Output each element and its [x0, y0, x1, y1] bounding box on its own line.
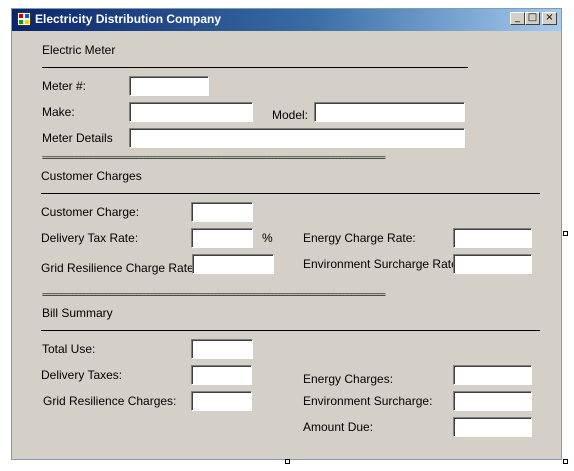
- amount-due-field[interactable]: [453, 417, 532, 437]
- delivery-tax-rate-label: Delivery Tax Rate:: [41, 231, 139, 245]
- environment-surcharge-rate-field[interactable]: [453, 254, 532, 274]
- section-separator-2: ========================================…: [42, 290, 386, 299]
- delivery-taxes-label: Delivery Taxes:: [41, 368, 123, 382]
- make-field[interactable]: [129, 102, 253, 122]
- amount-due-label: Amount Due:: [303, 420, 374, 434]
- percent-sign: %: [262, 231, 273, 245]
- model-label: Model:: [272, 108, 309, 122]
- section-separator: ========================================…: [42, 153, 386, 162]
- resize-handle-bottom[interactable]: [285, 459, 290, 464]
- meter-details-field[interactable]: [129, 128, 465, 148]
- environment-surcharge-rate-label: Environment Surcharge Rate:: [303, 257, 462, 271]
- electric-meter-heading: Electric Meter: [42, 43, 116, 57]
- meter-divider: [42, 67, 468, 68]
- total-use-label: Total Use:: [42, 342, 96, 356]
- charges-divider: [41, 193, 540, 194]
- minimize-button[interactable]: _: [510, 12, 525, 25]
- delivery-taxes-field[interactable]: [191, 365, 252, 385]
- grid-resilience-charges-field[interactable]: [191, 391, 252, 411]
- resize-handle-right[interactable]: [563, 231, 568, 236]
- app-icon[interactable]: [17, 12, 31, 26]
- customer-charges-heading: Customer Charges: [41, 169, 142, 183]
- maximize-button[interactable]: □: [525, 12, 540, 25]
- grid-resilience-charges-label: Grid Resilience Charges:: [43, 394, 177, 408]
- bill-summary-heading: Bill Summary: [42, 306, 113, 320]
- meter-number-label: Meter #:: [42, 79, 87, 93]
- window-title: Electricity Distribution Company: [35, 12, 222, 26]
- environment-surcharge-field[interactable]: [453, 391, 532, 411]
- meter-details-label: Meter Details: [42, 131, 113, 145]
- environment-surcharge-label: Environment Surcharge:: [303, 394, 433, 408]
- meter-number-field[interactable]: [129, 76, 209, 96]
- model-field[interactable]: [314, 102, 465, 122]
- energy-charges-field[interactable]: [453, 365, 532, 385]
- summary-divider: [41, 330, 540, 331]
- energy-charge-rate-field[interactable]: [453, 228, 532, 248]
- customer-charge-label: Customer Charge:: [41, 205, 140, 219]
- close-button[interactable]: ×: [542, 12, 557, 25]
- energy-charges-label: Energy Charges:: [303, 372, 394, 386]
- make-label: Make:: [42, 105, 75, 119]
- delivery-tax-rate-field[interactable]: [191, 228, 253, 248]
- title-bar[interactable]: Electricity Distribution Company _ □ ×: [12, 9, 561, 31]
- total-use-field[interactable]: [191, 339, 253, 359]
- grid-resilience-rate-label: Grid Resilience Charge Rate:: [41, 261, 198, 275]
- resize-handle-corner[interactable]: [563, 459, 568, 464]
- energy-charge-rate-label: Energy Charge Rate:: [303, 231, 416, 245]
- customer-charge-field[interactable]: [191, 202, 253, 222]
- grid-resilience-rate-field[interactable]: [192, 254, 274, 274]
